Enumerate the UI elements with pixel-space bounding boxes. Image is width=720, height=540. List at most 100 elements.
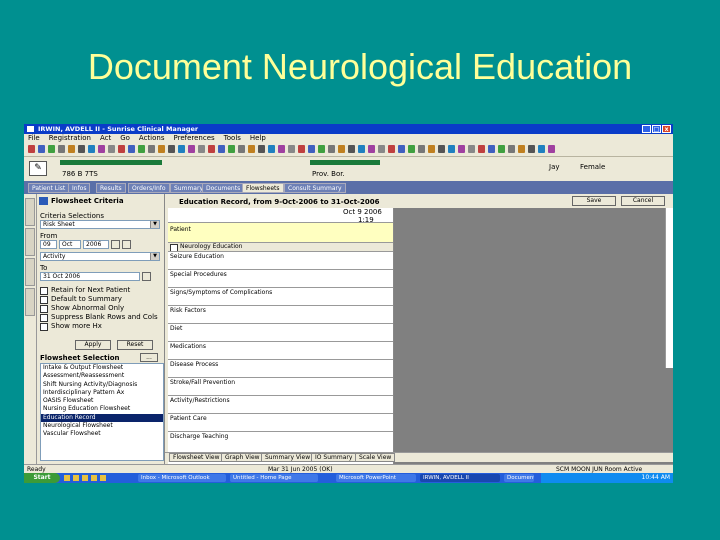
toolbar-icon-51[interactable]: [528, 145, 535, 153]
taskbar-item-document[interactable]: Document...: [504, 474, 534, 482]
toolbar-icon-21[interactable]: [228, 145, 235, 153]
checkbox[interactable]: [40, 287, 48, 295]
toolbar-icon-41[interactable]: [428, 145, 435, 153]
vtab-1[interactable]: [25, 198, 35, 226]
list-item[interactable]: OASIS Flowsheet: [41, 397, 163, 405]
toolbar-icon-12[interactable]: [138, 145, 145, 153]
toolbar-icon-27[interactable]: [288, 145, 295, 153]
toolbar-icon-10[interactable]: [118, 145, 125, 153]
toolbar-icon-43[interactable]: [448, 145, 455, 153]
toolbar-icon-40[interactable]: [418, 145, 425, 153]
toolbar-icon-11[interactable]: [128, 145, 135, 153]
toolbar-icon-47[interactable]: [488, 145, 495, 153]
list-item-selected[interactable]: Education Record: [41, 413, 163, 423]
toolbar-icon-52[interactable]: [538, 145, 545, 153]
toolbar-icon-37[interactable]: [388, 145, 395, 153]
table-row[interactable]: Patient: [168, 222, 393, 242]
checkbox[interactable]: [40, 296, 48, 304]
toolbar-icon-13[interactable]: [148, 145, 155, 153]
table-row[interactable]: Activity/Restrictions: [168, 395, 393, 413]
window-titlebar[interactable]: IRWIN, AVDELL II - Sunrise Clinical Mana…: [24, 124, 673, 134]
toolbar-icon-34[interactable]: [358, 145, 365, 153]
toolbar-icon-45[interactable]: [468, 145, 475, 153]
toolbar-icon-19[interactable]: [208, 145, 215, 153]
taskbar-item-homepage[interactable]: Untitled - Home Page: [230, 474, 318, 482]
toolbar-icon-15[interactable]: [168, 145, 175, 153]
toolbar-icon-6[interactable]: [78, 145, 85, 153]
from-month-field[interactable]: Oct: [59, 240, 81, 249]
tab-summary-view[interactable]: Summary View: [261, 453, 315, 462]
toolbar-icon-26[interactable]: [278, 145, 285, 153]
tab-flowsheet-view[interactable]: Flowsheet View: [169, 453, 224, 462]
vtab-2[interactable]: [25, 228, 35, 256]
toolbar-icon-28[interactable]: [298, 145, 305, 153]
menu-actions[interactable]: Actions: [139, 134, 165, 142]
toolbar-icon-4[interactable]: [58, 145, 65, 153]
from-day-field[interactable]: 09: [40, 240, 57, 249]
quicklaunch-icon-5[interactable]: [100, 475, 106, 481]
toolbar-icon-7[interactable]: [88, 145, 95, 153]
toolbar-icon-53[interactable]: [548, 145, 555, 153]
quicklaunch-icon-3[interactable]: [82, 475, 88, 481]
quicklaunch-icon-1[interactable]: [64, 475, 70, 481]
toolbar-icon-49[interactable]: [508, 145, 515, 153]
tab-scale-view[interactable]: Scale View: [355, 453, 396, 462]
list-item[interactable]: Intake & Output Flowsheet: [41, 364, 163, 372]
menu-preferences[interactable]: Preferences: [174, 134, 215, 142]
toolbar-icon-32[interactable]: [338, 145, 345, 153]
vtab-3[interactable]: [25, 258, 35, 286]
menu-go[interactable]: Go: [120, 134, 130, 142]
apply-button[interactable]: Apply: [75, 340, 111, 350]
table-row[interactable]: Risk Factors: [168, 305, 393, 323]
toolbar-icon-18[interactable]: [198, 145, 205, 153]
quicklaunch-icon-2[interactable]: [73, 475, 79, 481]
toolbar-icon-22[interactable]: [238, 145, 245, 153]
toolbar-icon-46[interactable]: [478, 145, 485, 153]
tab-graph-view[interactable]: Graph View: [221, 453, 264, 462]
tab-documents[interactable]: Documents: [202, 183, 245, 193]
list-item[interactable]: Assessment/Reassessment: [41, 372, 163, 380]
flowsheet-selection-menu-button[interactable]: ...: [140, 353, 158, 362]
toolbar-icon-9[interactable]: [108, 145, 115, 153]
cancel-button[interactable]: Cancel: [621, 196, 665, 206]
list-item[interactable]: Vascular Flowsheet: [41, 430, 163, 438]
toolbar-icon-8[interactable]: [98, 145, 105, 153]
menu-tools[interactable]: Tools: [224, 134, 241, 142]
toolbar-icon-3[interactable]: [48, 145, 55, 153]
toolbar-icon-30[interactable]: [318, 145, 325, 153]
toolbar-icon-1[interactable]: [28, 145, 35, 153]
clock[interactable]: 10:44 AM: [642, 474, 670, 481]
toolbar-icon-2[interactable]: [38, 145, 45, 153]
toolbar-icon-29[interactable]: [308, 145, 315, 153]
toolbar-icon-39[interactable]: [408, 145, 415, 153]
tab-flowsheets[interactable]: Flowsheets: [242, 183, 284, 193]
taskbar-item-sunrise[interactable]: IRWIN, AVDELL II: [420, 474, 500, 482]
from-calendar-button[interactable]: [122, 240, 131, 249]
table-row[interactable]: Diet: [168, 323, 393, 341]
toolbar-icon-44[interactable]: [458, 145, 465, 153]
start-button[interactable]: Start: [24, 473, 60, 483]
toolbar-icon-35[interactable]: [368, 145, 375, 153]
menu-registration[interactable]: Registration: [49, 134, 91, 142]
quicklaunch-icon-4[interactable]: [91, 475, 97, 481]
toolbar-icon-16[interactable]: [178, 145, 185, 153]
to-calendar-button[interactable]: [142, 272, 151, 281]
taskbar-item-powerpoint[interactable]: Microsoft PowerPoint: [336, 474, 416, 482]
tab-io-summary[interactable]: IO Summary: [311, 453, 357, 462]
table-row[interactable]: Patient Care: [168, 413, 393, 431]
table-row[interactable]: Special Procedures: [168, 269, 393, 287]
reset-button[interactable]: Reset: [117, 340, 153, 350]
patient-chart-icon[interactable]: ✎: [29, 161, 47, 176]
list-item[interactable]: Nursing Education Flowsheet: [41, 405, 163, 413]
vtab-4[interactable]: [25, 288, 35, 316]
toolbar-icon-17[interactable]: [188, 145, 195, 153]
minimize-button[interactable]: _: [642, 125, 651, 133]
chevron-down-icon[interactable]: ▼: [150, 221, 159, 228]
table-row[interactable]: Stroke/Fall Prevention: [168, 377, 393, 395]
toolbar-icon-42[interactable]: [438, 145, 445, 153]
table-row[interactable]: Signs/Symptoms of Complications: [168, 287, 393, 305]
checkbox[interactable]: [40, 305, 48, 313]
from-year-field[interactable]: 2006: [83, 240, 109, 249]
taskbar-item-outlook[interactable]: Inbox - Microsoft Outlook: [138, 474, 226, 482]
criteria-select[interactable]: Risk Sheet ▼: [40, 220, 160, 229]
